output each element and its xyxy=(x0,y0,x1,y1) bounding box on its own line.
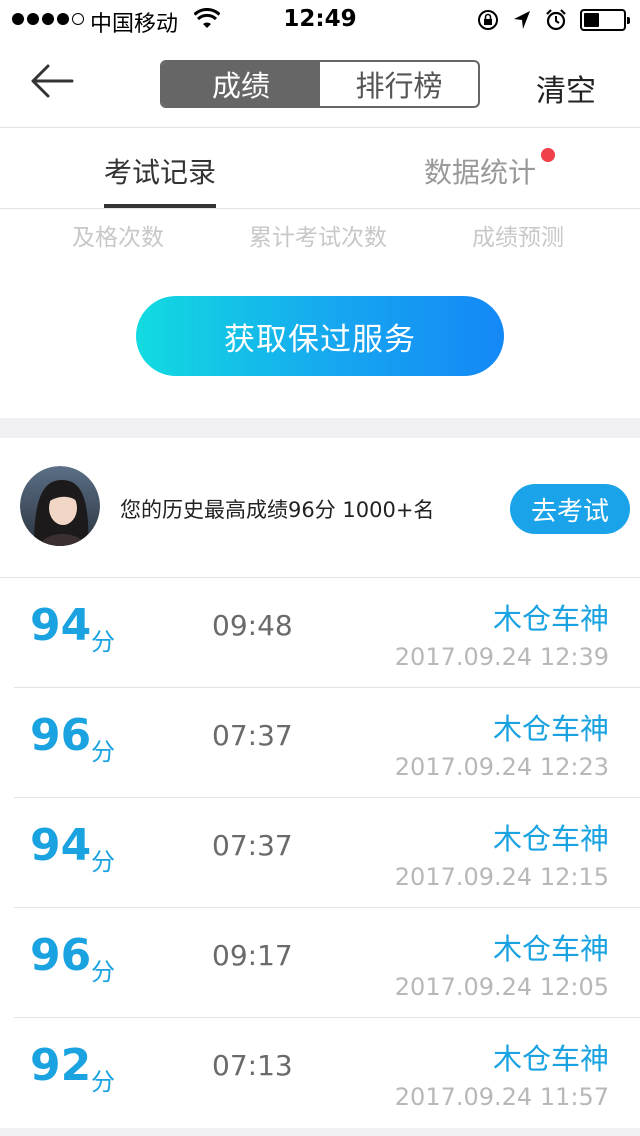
record-username: 木仓车神 xyxy=(492,1042,609,1076)
status-bar: 中国移动 12:49 xyxy=(0,0,640,40)
list-item[interactable]: 94 分 07:37 木仓车神 2017.09.24 12:15 xyxy=(0,798,640,908)
back-arrow-icon[interactable] xyxy=(26,58,86,104)
record-duration: 07:37 xyxy=(212,829,293,862)
tab-bar: 考试记录 数据统计 xyxy=(0,129,640,209)
record-score-unit: 分 xyxy=(91,958,115,986)
record-score-unit: 分 xyxy=(91,848,115,876)
best-score-text: 您的历史最高成绩96分 1000+名 xyxy=(120,498,435,522)
record-datetime: 2017.09.24 12:05 xyxy=(394,973,609,1001)
clear-button[interactable]: 清空 xyxy=(536,66,596,110)
list-item[interactable]: 96 分 09:17 木仓车神 2017.09.24 12:05 xyxy=(0,908,640,1018)
record-datetime: 2017.09.24 12:23 xyxy=(394,753,609,781)
segment-scores[interactable]: 成绩 xyxy=(162,62,320,106)
tab-exam-records[interactable]: 考试记录 xyxy=(104,151,216,191)
record-username: 木仓车神 xyxy=(492,602,609,636)
record-score: 94 xyxy=(30,600,92,651)
record-datetime: 2017.09.24 12:15 xyxy=(394,863,609,891)
record-score-unit: 分 xyxy=(91,1068,115,1096)
record-score: 92 xyxy=(30,1040,92,1091)
record-duration: 07:37 xyxy=(212,719,293,752)
record-score: 94 xyxy=(30,820,92,871)
list-item[interactable]: 96 分 07:37 木仓车神 2017.09.24 12:23 xyxy=(0,688,640,798)
record-datetime: 2017.09.24 11:57 xyxy=(394,1083,609,1111)
notification-badge xyxy=(541,148,555,162)
list-item[interactable]: 92 分 07:13 木仓车神 2017.09.24 11:57 xyxy=(0,1018,640,1128)
tab-data-stats[interactable]: 数据统计 xyxy=(424,151,536,191)
location-arrow-icon xyxy=(514,11,530,29)
record-username: 木仓车神 xyxy=(492,712,609,746)
record-score-unit: 分 xyxy=(91,738,115,766)
record-duration: 07:13 xyxy=(212,1049,293,1082)
record-duration: 09:48 xyxy=(212,609,293,642)
segmented-control: 成绩 排行榜 xyxy=(160,60,480,108)
avatar[interactable] xyxy=(20,466,100,546)
tab-active-indicator xyxy=(104,204,216,208)
alarm-icon xyxy=(546,9,566,31)
segment-ranking[interactable]: 排行榜 xyxy=(320,62,478,106)
bottom-divider xyxy=(0,1128,640,1136)
record-score: 96 xyxy=(30,710,92,761)
record-score: 96 xyxy=(30,930,92,981)
go-exam-button[interactable]: 去考试 xyxy=(510,484,630,534)
profile-summary: 您的历史最高成绩96分 1000+名 去考试 xyxy=(0,438,640,578)
section-divider xyxy=(0,418,640,438)
stat-label-pass-count: 及格次数 xyxy=(72,225,164,251)
record-username: 木仓车神 xyxy=(492,932,609,966)
record-score-unit: 分 xyxy=(91,628,115,656)
stat-label-prediction: 成绩预测 xyxy=(472,225,564,251)
get-pass-service-button[interactable]: 获取保过服务 xyxy=(136,296,504,376)
battery-icon xyxy=(580,9,630,31)
rotation-lock-icon xyxy=(478,10,498,30)
stat-label-total-exams: 累计考试次数 xyxy=(249,225,387,251)
record-datetime: 2017.09.24 12:39 xyxy=(394,643,609,671)
list-item[interactable]: 94 分 09:48 木仓车神 2017.09.24 12:39 xyxy=(0,578,640,688)
record-username: 木仓车神 xyxy=(492,822,609,856)
record-duration: 09:17 xyxy=(212,939,293,972)
nav-bar: 成绩 排行榜 清空 xyxy=(0,40,640,128)
